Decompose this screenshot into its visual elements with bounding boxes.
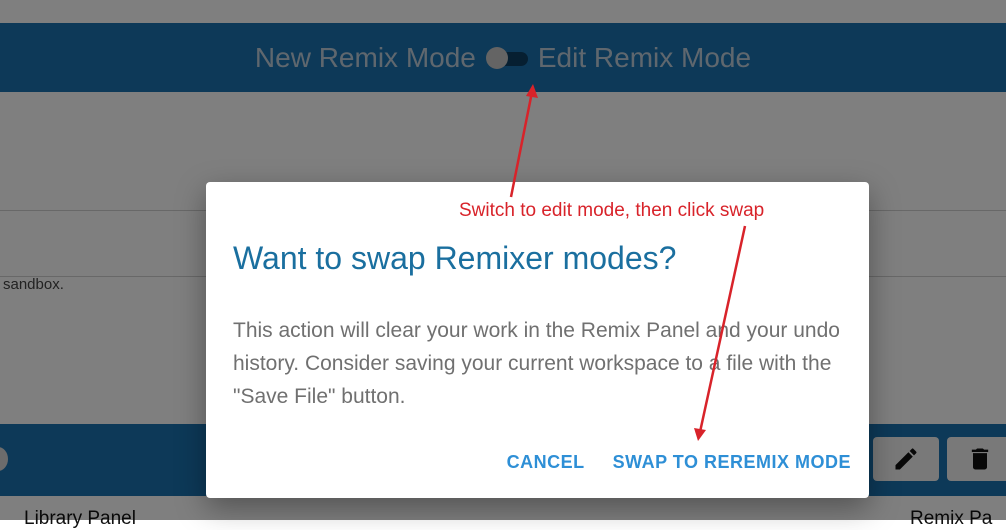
dialog-body: This action will clear your work in the … [233, 319, 840, 408]
swap-mode-dialog: Want to swap Remixer modes? This action … [206, 182, 869, 498]
annotation-text: Switch to edit mode, then click swap [459, 200, 765, 221]
swap-mode-button[interactable]: SWAP TO REREMIX MODE [613, 452, 851, 473]
dialog-title: Want to swap Remixer modes? [233, 240, 677, 276]
dialog-actions: CANCEL SWAP TO REREMIX MODE [507, 452, 851, 473]
cancel-button[interactable]: CANCEL [507, 452, 585, 473]
